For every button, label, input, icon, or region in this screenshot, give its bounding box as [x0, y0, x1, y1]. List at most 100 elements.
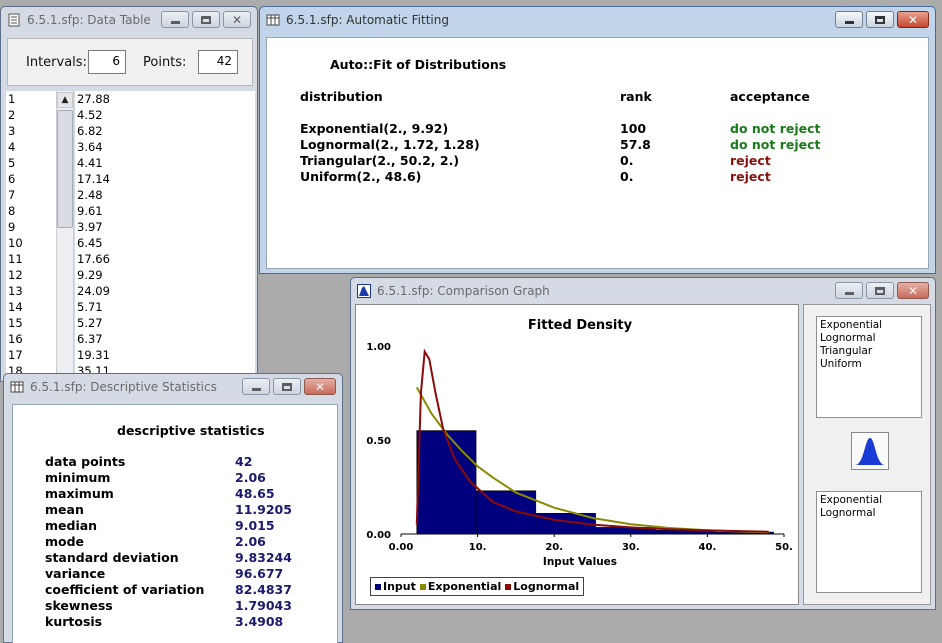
- data-cell[interactable]: 19.31: [75, 347, 255, 363]
- statistic-value: 48.65: [235, 486, 275, 501]
- legend-label: Exponential: [427, 580, 502, 593]
- statistic-name: standard deviation: [45, 550, 179, 565]
- statistic-name: mode: [45, 534, 85, 549]
- row-number: 10: [8, 236, 23, 250]
- maximize-button[interactable]: [866, 11, 894, 28]
- y-tick-label: 0.00: [366, 530, 391, 541]
- comparison-graph-titlebar[interactable]: 6.5.1.sfp: Comparison Graph ✕: [351, 278, 935, 304]
- data-cell[interactable]: 5.27: [75, 315, 255, 331]
- data-cell[interactable]: 3.97: [75, 219, 255, 235]
- scroll-up-button[interactable]: ▲: [57, 92, 73, 108]
- data-cell[interactable]: 3.64: [75, 139, 255, 155]
- row-number: 8: [8, 204, 16, 218]
- statistic-value: 96.677: [235, 566, 284, 581]
- intervals-input[interactable]: 6: [88, 50, 126, 74]
- window-title: 6.5.1.sfp: Data Table: [27, 13, 151, 27]
- statistic-name: median: [45, 518, 98, 533]
- data-cell[interactable]: 5.71: [75, 299, 255, 315]
- data-cell[interactable]: 17.66: [75, 251, 255, 267]
- graph-panel: Fitted Density 0.00 0.50 1.00 0.00 10. 20. 30. 4…: [355, 304, 799, 605]
- close-icon: ✕: [907, 283, 919, 298]
- row-number: 3: [8, 124, 16, 138]
- data-table-titlebar[interactable]: 6.5.1.sfp: Data Table ✕: [1, 7, 257, 33]
- selected-distribution-item[interactable]: Exponential: [820, 494, 918, 507]
- close-button[interactable]: ✕: [897, 282, 929, 299]
- minimize-icon: [251, 387, 261, 391]
- distribution-list-item[interactable]: Exponential: [820, 319, 918, 332]
- scroll-thumb[interactable]: [57, 110, 73, 228]
- fitted-density-chart: Fitted Density 0.00 0.50 1.00 0.00 10. 20. 30. 4…: [366, 318, 793, 568]
- close-button[interactable]: ✕: [897, 11, 929, 28]
- close-icon: ✕: [907, 12, 919, 27]
- descriptive-statistics-titlebar[interactable]: 6.5.1.sfp: Descriptive Statistics ✕: [4, 374, 342, 400]
- statistic-name: variance: [45, 566, 106, 581]
- data-cell[interactable]: 4.52: [75, 107, 255, 123]
- close-button[interactable]: ✕: [223, 11, 251, 28]
- statistic-value: 11.9205: [235, 502, 292, 517]
- minimize-button[interactable]: [835, 11, 863, 28]
- table-icon: [10, 381, 24, 393]
- statistic-value: 9.83244: [235, 550, 292, 565]
- maximize-button[interactable]: [192, 11, 220, 28]
- data-cell[interactable]: 9.29: [75, 267, 255, 283]
- distribution-name: Uniform(2., 48.6): [300, 169, 422, 184]
- automatic-fitting-window[interactable]: 6.5.1.sfp: Automatic Fitting ✕ Auto::Fit…: [259, 6, 936, 274]
- row-number: 13: [8, 284, 23, 298]
- comparison-graph-window[interactable]: 6.5.1.sfp: Comparison Graph ✕ Fitted Den…: [350, 277, 936, 610]
- row-number: 1: [8, 92, 16, 106]
- close-icon: ✕: [314, 379, 326, 394]
- x-tick-label: 40.: [699, 542, 717, 553]
- distribution-header: distribution: [300, 89, 383, 104]
- data-cell[interactable]: 17.14: [75, 171, 255, 187]
- minimize-button[interactable]: [161, 11, 189, 28]
- minimize-button[interactable]: [242, 378, 270, 395]
- minimize-icon: [170, 20, 180, 24]
- row-number: 4: [8, 140, 16, 154]
- selected-distribution-list[interactable]: Exponential Lognormal: [816, 491, 922, 593]
- acceptance-value: do not reject: [730, 137, 821, 152]
- window-title: 6.5.1.sfp: Comparison Graph: [377, 284, 550, 298]
- descriptive-statistics-window[interactable]: 6.5.1.sfp: Descriptive Statistics ✕ desc…: [3, 373, 343, 643]
- data-table-window[interactable]: 6.5.1.sfp: Data Table ✕ Intervals: 6 Poi…: [0, 6, 258, 382]
- close-icon: ✕: [231, 12, 243, 27]
- distribution-name: Exponential(2., 9.92): [300, 121, 449, 136]
- maximize-button[interactable]: [866, 282, 894, 299]
- row-number: 16: [8, 332, 23, 346]
- data-cell[interactable]: 4.41: [75, 155, 255, 171]
- statistic-name: kurtosis: [45, 614, 103, 629]
- window-title: 6.5.1.sfp: Automatic Fitting: [286, 13, 449, 27]
- acceptance-value: reject: [730, 153, 771, 168]
- distribution-list-item[interactable]: Lognormal: [820, 332, 918, 345]
- x-tick-label: 50.: [775, 542, 793, 553]
- statistics-heading: descriptive statistics: [117, 423, 265, 438]
- value-column: 27.88 4.52 6.82 3.64 4.41 17.14 2.48 9.61 3.97 6.…: [75, 91, 255, 378]
- close-button[interactable]: ✕: [304, 378, 336, 395]
- data-cell[interactable]: 27.88: [75, 91, 255, 107]
- distribution-list[interactable]: Exponential Lognormal Triangular Uniform: [816, 316, 922, 418]
- data-table-scrollbar[interactable]: ▲: [56, 91, 74, 373]
- legend-item-input: Input: [375, 580, 416, 593]
- minimize-icon: [844, 291, 854, 295]
- distribution-list-item[interactable]: Uniform: [820, 358, 918, 371]
- data-cell[interactable]: 6.37: [75, 331, 255, 347]
- data-cell[interactable]: 6.45: [75, 235, 255, 251]
- row-number: 12: [8, 268, 23, 282]
- distribution-list-item[interactable]: Triangular: [820, 345, 918, 358]
- table-icon: [266, 14, 280, 26]
- selected-distribution-item[interactable]: Lognormal: [820, 507, 918, 520]
- statistic-value: 9.015: [235, 518, 275, 533]
- y-tick-label: 1.00: [366, 342, 391, 353]
- minimize-button[interactable]: [835, 282, 863, 299]
- automatic-fitting-titlebar[interactable]: 6.5.1.sfp: Automatic Fitting ✕: [260, 7, 935, 33]
- window-title: 6.5.1.sfp: Descriptive Statistics: [30, 380, 217, 394]
- data-cell[interactable]: 9.61: [75, 203, 255, 219]
- histogram-bar: [416, 430, 477, 535]
- distribution-graph-button[interactable]: [851, 432, 889, 470]
- rank-header: rank: [620, 89, 652, 104]
- points-input[interactable]: 42: [198, 50, 238, 74]
- distribution-name: Lognormal(2., 1.72, 1.28): [300, 137, 480, 152]
- maximize-button[interactable]: [273, 378, 301, 395]
- data-cell[interactable]: 6.82: [75, 123, 255, 139]
- data-cell[interactable]: 2.48: [75, 187, 255, 203]
- data-cell[interactable]: 24.09: [75, 283, 255, 299]
